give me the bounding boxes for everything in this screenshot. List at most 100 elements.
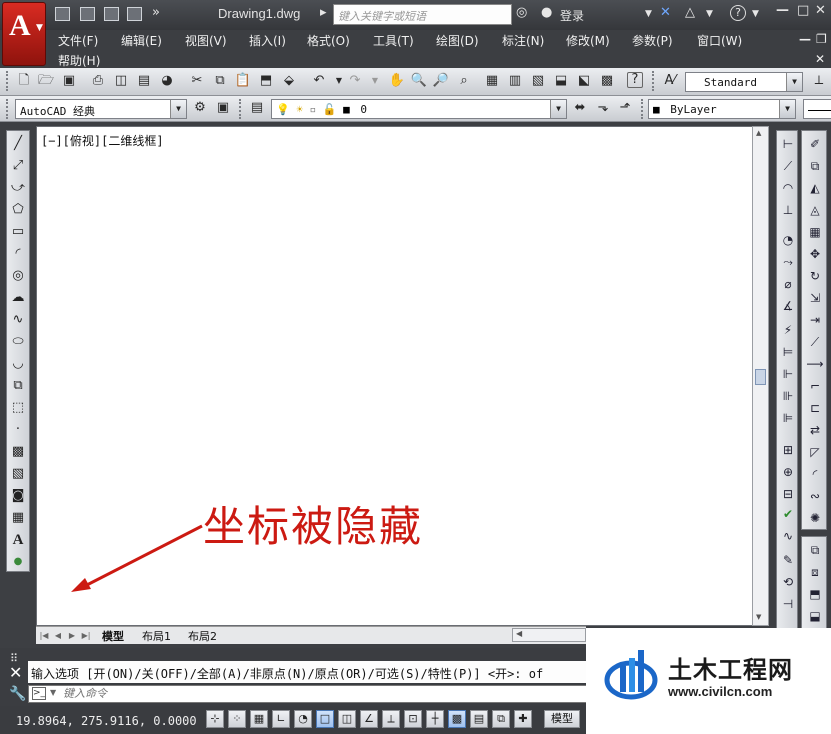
table-icon[interactable]: ▦ [9, 509, 27, 527]
grid-display-icon[interactable]: ▦ [250, 710, 268, 728]
jogged-dim-icon[interactable]: ⤳ [779, 253, 797, 271]
block-editor-icon[interactable]: ⬙ [280, 72, 298, 90]
login-dropdown-icon[interactable]: ▼ [645, 9, 652, 19]
explode-icon[interactable]: ✺ [806, 509, 824, 527]
close-icon[interactable]: ✕ [815, 3, 826, 18]
region-icon[interactable]: ◙ [9, 487, 27, 505]
recent-commands-icon[interactable]: ▼ [50, 688, 56, 697]
copy-object-icon[interactable]: ⧉ [806, 157, 824, 175]
bring-to-front-icon[interactable]: ⧉ [806, 541, 824, 559]
dim-update-icon[interactable]: ⟲ [779, 573, 797, 591]
tolerance-icon[interactable]: ⊞ [779, 441, 797, 459]
layer-states-icon[interactable]: ⬏ [616, 99, 634, 117]
object-snap-icon[interactable]: □ [316, 710, 334, 728]
menu-dimension[interactable]: 标注(N) [502, 32, 544, 49]
menu-window[interactable]: 窗口(W) [697, 32, 742, 49]
toolbar-grip[interactable] [652, 71, 656, 91]
object-snap-tracking-icon[interactable]: ∠ [360, 710, 378, 728]
bring-above-icon[interactable]: ⬒ [806, 585, 824, 603]
layer-vp-icon[interactable]: ▫ [310, 103, 317, 116]
calculator-icon[interactable]: ▩ [598, 72, 616, 90]
zoom-previous-icon[interactable]: ⌕ [455, 72, 473, 90]
menu-draw[interactable]: 绘图(D) [436, 32, 479, 49]
pan-icon[interactable]: ✋ [388, 72, 406, 90]
tool-palettes-icon[interactable]: ▧ [529, 72, 547, 90]
user-icon[interactable]: ● [541, 5, 552, 20]
sheet-set-icon[interactable]: ⬓ [552, 72, 570, 90]
extend-icon[interactable]: ⟶ [806, 355, 824, 373]
menu-insert[interactable]: 插入(I) [249, 32, 286, 49]
point-icon[interactable]: · [9, 421, 27, 439]
redo-icon[interactable]: ↷ [346, 72, 364, 90]
markup-icon[interactable]: ⬕ [575, 72, 593, 90]
maximize-icon[interactable]: □ [797, 3, 809, 18]
workspace-settings-icon[interactable]: ⚙ [191, 99, 209, 117]
binoculars-icon[interactable]: ◎ [516, 5, 527, 20]
doc-restore-icon[interactable]: ❐ [816, 32, 827, 46]
layer-previous-icon[interactable]: ⬎ [594, 99, 612, 117]
scroll-up-icon[interactable]: ▲ [756, 129, 761, 137]
construction-line-icon[interactable]: ⤢ [9, 157, 27, 175]
transparency-icon[interactable]: ▩ [448, 710, 466, 728]
line-tool-icon[interactable]: ╱ [9, 135, 27, 153]
layer-select[interactable]: 💡 ☀ ▫ 🔓 ■ 0 ▼ [271, 99, 567, 119]
rectangle-icon[interactable]: ▭ [9, 223, 27, 241]
customize-icon[interactable]: ▣ [214, 99, 232, 117]
make-current-layer-icon[interactable]: ⬌ [571, 99, 589, 117]
erase-icon[interactable]: ✐ [806, 135, 824, 153]
tab-layout2[interactable]: 布局2 [188, 628, 217, 644]
add-selected-icon[interactable]: ● [9, 553, 27, 571]
plot-icon[interactable]: ⎙ [89, 72, 107, 90]
polygon-icon[interactable]: ⬠ [9, 201, 27, 219]
chevron-down-icon[interactable]: ▼ [779, 100, 795, 118]
move-icon[interactable]: ✥ [806, 245, 824, 263]
toolbar-grip[interactable] [641, 99, 645, 119]
dynamic-input-icon[interactable]: ⊡ [404, 710, 422, 728]
qnew-icon[interactable]: 🗋 [15, 72, 33, 90]
ellipse-icon[interactable]: ⬭ [9, 333, 27, 351]
menu-view[interactable]: 视图(V) [185, 32, 227, 49]
menu-modify[interactable]: 修改(M) [566, 32, 610, 49]
command-close-icon[interactable]: ✕ [9, 663, 22, 682]
trim-icon[interactable]: ⟋ [806, 333, 824, 351]
search-caret-icon[interactable]: ▸ [320, 5, 327, 20]
annotation-monitor-icon[interactable]: ✚ [514, 710, 532, 728]
command-customize-icon[interactable]: 🔧 [9, 686, 26, 702]
baseline-dim-icon[interactable]: ⊨ [779, 343, 797, 361]
text-style-select[interactable]: Standard ▼ [685, 72, 803, 92]
new-file-icon[interactable] [55, 7, 70, 21]
model-space-button[interactable]: 模型 [544, 710, 580, 728]
command-input[interactable] [63, 687, 563, 700]
circle-icon[interactable]: ◎ [9, 267, 27, 285]
send-to-back-icon[interactable]: ⧈ [806, 563, 824, 581]
polar-tracking-icon[interactable]: ◔ [294, 710, 312, 728]
minimize-icon[interactable]: — [776, 3, 789, 18]
coordinate-display[interactable]: 19.8964, 275.9116, 0.0000 [16, 714, 197, 728]
login-button[interactable]: 登录 [560, 7, 584, 24]
a360-dropdown-icon[interactable]: ▼ [706, 9, 713, 19]
last-tab-icon[interactable]: ▶| [80, 629, 92, 642]
scale-icon[interactable]: ⇲ [806, 289, 824, 307]
menu-help[interactable]: 帮助(H) [58, 52, 100, 69]
viewport-controls[interactable]: [−][俯视][二维线框] [41, 132, 164, 149]
menu-parametric[interactable]: 参数(P) [632, 32, 673, 49]
multiline-text-icon[interactable]: A [9, 531, 27, 549]
doc-close-icon[interactable]: ✕ [815, 52, 825, 66]
chevron-down-icon[interactable]: ▼ [170, 100, 186, 118]
drawing-canvas[interactable]: [−][俯视][二维线框] 坐标被隐藏 [36, 126, 753, 626]
layer-thaw-icon[interactable]: ☀ [296, 103, 303, 116]
dim-style-icon[interactable]: ⟂ [810, 72, 828, 90]
ordinate-dim-icon[interactable]: ⊥ [779, 201, 797, 219]
chevron-down-icon[interactable]: ▼ [786, 73, 802, 91]
rotate-icon[interactable]: ↻ [806, 267, 824, 285]
send-under-icon[interactable]: ⬓ [806, 607, 824, 625]
diameter-dim-icon[interactable]: ⌀ [779, 275, 797, 293]
color-select[interactable]: ■ ByLayer ▼ [648, 99, 796, 119]
stretch-icon[interactable]: ⇥ [806, 311, 824, 329]
autodesk-a360-icon[interactable]: △ [685, 5, 695, 20]
quick-properties-icon[interactable]: ▤ [470, 710, 488, 728]
quick-dim-icon[interactable]: ⚡ [779, 321, 797, 339]
more-tools-icon[interactable]: » [152, 5, 160, 20]
help-dropdown-icon[interactable]: ▼ [752, 9, 759, 19]
doc-minimize-icon[interactable]: — [799, 32, 811, 46]
